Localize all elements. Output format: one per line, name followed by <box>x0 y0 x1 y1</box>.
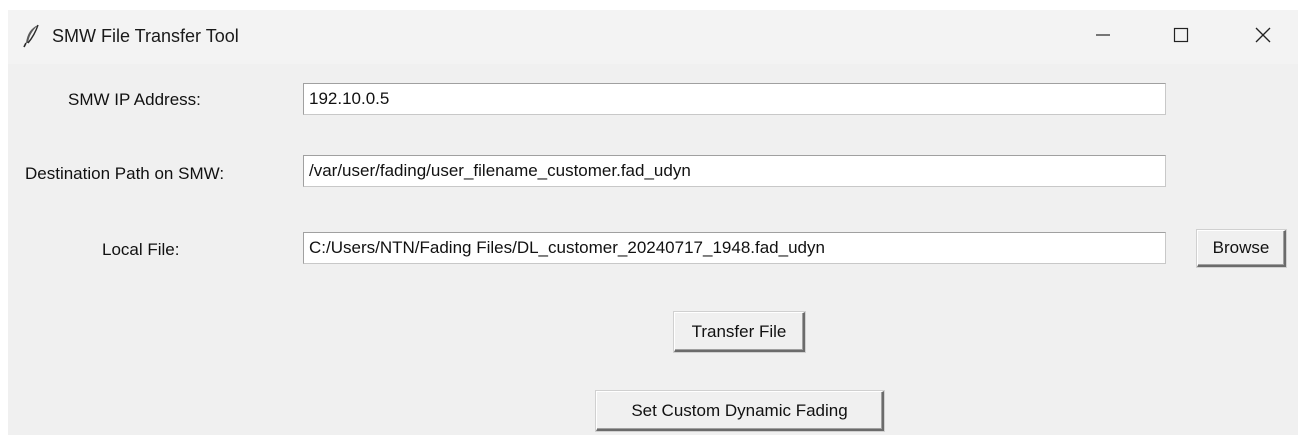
maximize-icon <box>1173 27 1189 48</box>
ip-address-label: SMW IP Address: <box>68 90 201 109</box>
browse-button[interactable]: Browse <box>1197 230 1286 267</box>
maximize-button[interactable] <box>1146 10 1216 64</box>
local-file-input[interactable] <box>303 232 1166 264</box>
close-button[interactable] <box>1228 10 1298 64</box>
local-file-label: Local File: <box>102 240 180 259</box>
minimize-icon <box>1095 27 1111 48</box>
destination-path-input[interactable] <box>303 155 1166 187</box>
destination-path-label: Destination Path on SMW: <box>25 164 225 183</box>
minimize-button[interactable] <box>1068 10 1138 64</box>
ip-address-input[interactable] <box>303 83 1166 115</box>
set-custom-dynamic-fading-button[interactable]: Set Custom Dynamic Fading <box>596 391 884 431</box>
close-icon <box>1254 26 1272 49</box>
app-window: SMW File Transfer Tool SMW IP Address: D… <box>8 10 1298 435</box>
feather-icon <box>22 24 42 48</box>
window-title: SMW File Transfer Tool <box>52 26 239 46</box>
transfer-file-button[interactable]: Transfer File <box>674 312 805 352</box>
title-bar[interactable]: SMW File Transfer Tool <box>8 10 1298 64</box>
